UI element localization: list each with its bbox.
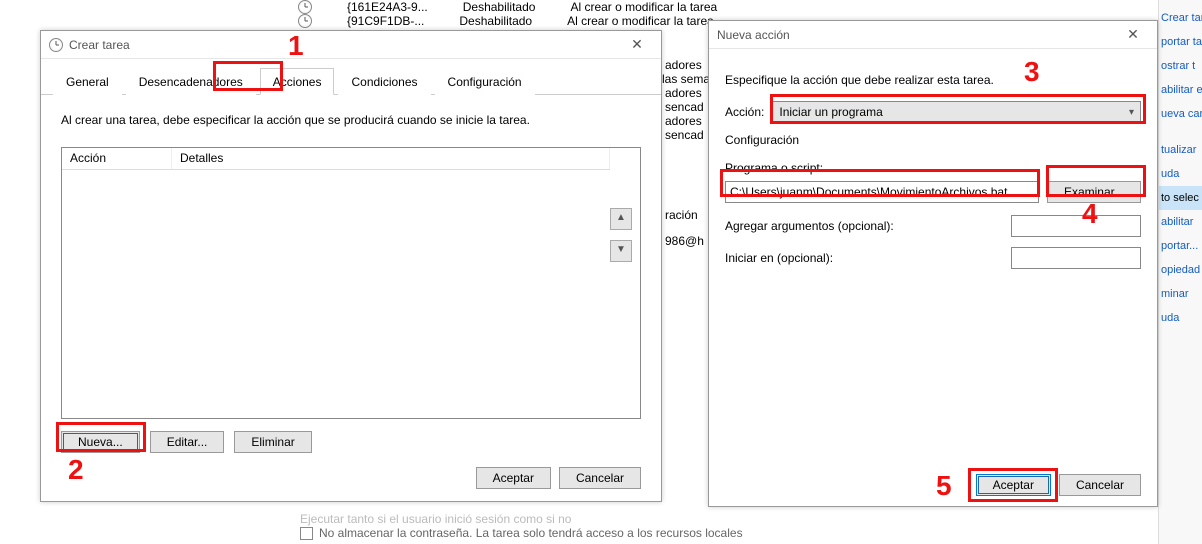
tab-actions[interactable]: Acciones — [260, 68, 335, 95]
create-task-dialog: Crear tarea ✕ General Desencadenadores A… — [40, 30, 662, 502]
tab-hint: Al crear una tarea, debe especificar la … — [41, 95, 661, 137]
tab-general[interactable]: General — [53, 68, 122, 95]
dialog-hint: Especifique la acción que debe realizar … — [709, 49, 1157, 97]
task-trigger: Al crear o modificar la tarea — [567, 14, 714, 28]
delete-button[interactable]: Eliminar — [234, 431, 311, 453]
args-input[interactable] — [1011, 215, 1141, 237]
side-item[interactable]: portar ta — [1159, 30, 1202, 54]
program-label: Programa o script: — [709, 147, 1157, 179]
ok-button[interactable]: Aceptar — [976, 474, 1051, 496]
task-trigger: Al crear o modificar la tarea — [570, 0, 717, 14]
bg-text: adores — [665, 114, 702, 128]
side-item[interactable]: uda — [1159, 162, 1202, 186]
task-status: Deshabilitado — [459, 14, 532, 28]
config-groupbox-label: Configuración — [709, 127, 1157, 147]
col-details[interactable]: Detalles — [172, 148, 610, 169]
side-item[interactable]: opiedad — [1159, 258, 1202, 282]
bottom-line1: Ejecutar tanto si el usuario inició sesi… — [300, 512, 571, 526]
args-label: Agregar argumentos (opcional): — [725, 219, 1003, 233]
startin-input[interactable] — [1011, 247, 1141, 269]
tab-settings[interactable]: Configuración — [435, 68, 535, 95]
task-row: {161E24A3-9... Deshabilitado Al crear o … — [298, 0, 717, 14]
callout-num-5: 5 — [936, 470, 952, 502]
task-status: Deshabilitado — [463, 0, 536, 14]
bg-text: adores — [665, 58, 702, 72]
task-id: {91C9F1DB-... — [347, 14, 424, 28]
dialog-title: Nueva acción — [717, 28, 790, 42]
titlebar: Crear tarea ✕ — [41, 31, 661, 59]
bg-text: ración — [665, 208, 698, 222]
side-item-selected[interactable]: to selec — [1159, 186, 1202, 210]
close-icon[interactable]: ✕ — [621, 36, 653, 53]
new-button[interactable]: Nueva... — [61, 431, 140, 453]
bg-text: 986@h — [665, 234, 704, 248]
actions-listbox[interactable]: Acción Detalles ▲ ▼ — [61, 147, 641, 419]
side-item[interactable]: tualizar — [1159, 138, 1202, 162]
bottom-options: Ejecutar tanto si el usuario inició sesi… — [300, 512, 743, 540]
actions-sidebar: Crear tarea portar ta ostrar t abilitar … — [1158, 0, 1202, 544]
tab-conditions[interactable]: Condiciones — [338, 68, 430, 95]
side-item[interactable]: ueva carp — [1159, 102, 1202, 126]
action-selected-value: Iniciar un programa — [779, 105, 882, 119]
side-item[interactable]: ostrar t — [1159, 54, 1202, 78]
background-task-list: {161E24A3-9... Deshabilitado Al crear o … — [298, 0, 717, 28]
cancel-button[interactable]: Cancelar — [1059, 474, 1141, 496]
move-down-button[interactable]: ▼ — [610, 240, 632, 262]
side-separator — [1159, 126, 1202, 138]
task-row: {91C9F1DB-... Deshabilitado Al crear o m… — [298, 14, 717, 28]
new-action-dialog: Nueva acción ✕ Especifique la acción que… — [708, 20, 1158, 507]
bg-text: sencad — [665, 128, 704, 142]
callout-num-2: 2 — [68, 454, 84, 486]
tab-triggers[interactable]: Desencadenadores — [126, 68, 256, 95]
callout-num-4: 4 — [1082, 198, 1098, 230]
callout-num-3: 3 — [1024, 56, 1040, 88]
edit-button[interactable]: Editar... — [150, 431, 225, 453]
task-id: {161E24A3-9... — [347, 0, 428, 14]
cancel-button[interactable]: Cancelar — [559, 467, 641, 489]
bg-text: adores — [665, 86, 702, 100]
clock-icon — [298, 14, 312, 28]
clock-icon — [298, 0, 312, 14]
side-item[interactable]: Crear tarea — [1159, 6, 1202, 30]
bg-text: sencad — [665, 100, 704, 114]
side-item[interactable]: abilitar — [1159, 210, 1202, 234]
close-icon[interactable]: ✕ — [1117, 26, 1149, 43]
store-password-checkbox[interactable] — [300, 527, 313, 540]
bg-text: las sema — [662, 72, 710, 86]
side-item[interactable]: minar — [1159, 282, 1202, 306]
tab-strip: General Desencadenadores Acciones Condic… — [41, 59, 661, 95]
startin-label: Iniciar en (opcional): — [725, 251, 1003, 265]
col-action[interactable]: Acción — [62, 148, 172, 169]
titlebar: Nueva acción ✕ — [709, 21, 1157, 49]
ok-button[interactable]: Aceptar — [476, 467, 551, 489]
callout-num-1: 1 — [288, 30, 304, 62]
side-item[interactable]: portar... — [1159, 234, 1202, 258]
action-label: Acción: — [725, 105, 764, 119]
bottom-line2: No almacenar la contraseña. La tarea sol… — [319, 526, 743, 540]
side-item[interactable]: abilitar e — [1159, 78, 1202, 102]
chevron-down-icon: ▾ — [1129, 107, 1134, 118]
move-up-button[interactable]: ▲ — [610, 208, 632, 230]
dialog-title: Crear tarea — [69, 38, 130, 52]
program-input[interactable] — [725, 181, 1039, 203]
side-item[interactable]: uda — [1159, 306, 1202, 330]
action-select[interactable]: Iniciar un programa ▾ — [772, 101, 1141, 123]
clock-icon — [49, 38, 63, 52]
